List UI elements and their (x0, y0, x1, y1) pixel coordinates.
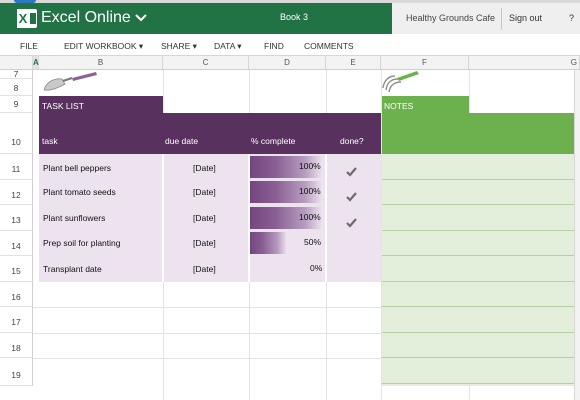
column-divider (162, 154, 164, 282)
workbook-title[interactable]: Book 3 (280, 12, 308, 22)
due-date[interactable]: [Date] (193, 163, 216, 173)
percent-complete[interactable]: 100% (299, 161, 321, 171)
notes-line (382, 179, 574, 180)
task-name[interactable]: Plant tomato seeds (43, 187, 116, 197)
due-date[interactable]: [Date] (193, 264, 216, 274)
task-name[interactable]: Prep soil for planting (43, 238, 121, 248)
excel-logo-icon[interactable]: X (17, 9, 37, 28)
notes-line (382, 230, 574, 231)
column-header-c[interactable]: C (163, 56, 249, 70)
menu-comments[interactable]: COMMENTS (304, 41, 354, 51)
notes-line (382, 332, 574, 333)
due-date[interactable]: [Date] (193, 238, 216, 248)
check-icon (346, 218, 357, 228)
percent-complete[interactable]: 100% (299, 186, 321, 196)
row-header-17[interactable]: 17 (0, 307, 33, 333)
menu-share[interactable]: SHARE ▾ (161, 41, 197, 52)
select-all-corner[interactable] (0, 56, 33, 70)
sign-out-link[interactable]: Sign out (509, 13, 542, 23)
notes-line (382, 255, 574, 256)
menu-file[interactable]: FILE (20, 41, 38, 51)
garden-trowel-icon (43, 72, 97, 91)
task-table-header (39, 113, 381, 154)
row-header-19[interactable]: 19 (0, 358, 33, 386)
menu-data[interactable]: DATA ▾ (214, 41, 242, 52)
row-header-11[interactable]: 11 (0, 154, 33, 180)
divider (501, 8, 502, 30)
row-header-14[interactable]: 14 (0, 231, 33, 256)
notes-area[interactable] (382, 154, 574, 386)
row-header-12[interactable]: 12 (0, 180, 33, 205)
percent-complete[interactable]: 50% (304, 237, 321, 247)
task-name[interactable]: Transplant date (43, 264, 102, 274)
percent-complete[interactable]: 100% (299, 212, 321, 222)
header-percent-complete[interactable]: % complete (251, 136, 295, 146)
help-button[interactable]: ? (569, 13, 574, 23)
menu-bar: FILE EDIT WORKBOOK ▾ SHARE ▾ DATA ▾ FIND… (0, 34, 580, 56)
row-header-8[interactable]: 8 (0, 79, 33, 96)
title-bar: X Excel Online Book 3 Healthy Grounds Ca… (0, 0, 580, 34)
row-header-9[interactable]: 9 (0, 96, 33, 113)
due-date[interactable]: [Date] (193, 187, 216, 197)
header-due-date[interactable]: due date (165, 136, 198, 146)
notes-title: NOTES (384, 101, 414, 111)
task-name[interactable]: Plant bell peppers (43, 163, 111, 173)
gridline (33, 307, 381, 308)
gridline (33, 358, 381, 359)
garden-rake-icon (382, 71, 419, 93)
row-header-13[interactable]: 13 (0, 205, 33, 231)
due-date[interactable]: [Date] (193, 213, 216, 223)
notes-line (382, 383, 574, 384)
row-header-15[interactable]: 15 (0, 256, 33, 282)
account-name: Healthy Grounds Cafe (406, 13, 496, 23)
task-name[interactable]: Plant sunflowers (43, 213, 105, 223)
menu-find[interactable]: FIND (264, 41, 284, 51)
row-header-18[interactable]: 18 (0, 333, 33, 358)
column-header-d[interactable]: D (249, 56, 326, 70)
check-icon (346, 192, 357, 202)
vertical-scrollbar[interactable] (574, 70, 580, 400)
notes-line (382, 306, 574, 307)
app-title[interactable]: Excel Online (41, 9, 131, 27)
menu-edit-workbook[interactable]: EDIT WORKBOOK ▾ (64, 41, 143, 52)
notes-line (382, 281, 574, 282)
header-task[interactable]: task (42, 136, 58, 146)
row-header-10[interactable]: 10 (0, 113, 33, 154)
percent-complete[interactable]: 0% (310, 263, 322, 273)
column-header-f[interactable]: F (381, 56, 469, 70)
gridline (33, 333, 381, 334)
column-divider (325, 154, 327, 282)
task-list-title: TASK LIST (42, 101, 84, 111)
notes-line (382, 357, 574, 358)
notes-line (382, 204, 574, 205)
column-header-e[interactable]: E (326, 56, 381, 70)
chevron-down-icon[interactable] (134, 8, 148, 26)
row-header-16[interactable]: 16 (0, 282, 33, 307)
column-header-g[interactable]: G (469, 56, 580, 70)
column-header-b[interactable]: B (39, 56, 163, 70)
header-done[interactable]: done? (340, 136, 364, 146)
progress-bar (250, 232, 287, 254)
check-icon (346, 167, 357, 177)
spreadsheet-grid[interactable]: A B C D E F G 7 8 9 10 11 12 13 14 15 16… (0, 56, 580, 400)
row-header-7[interactable]: 7 (0, 70, 33, 79)
notes-header (382, 113, 574, 154)
